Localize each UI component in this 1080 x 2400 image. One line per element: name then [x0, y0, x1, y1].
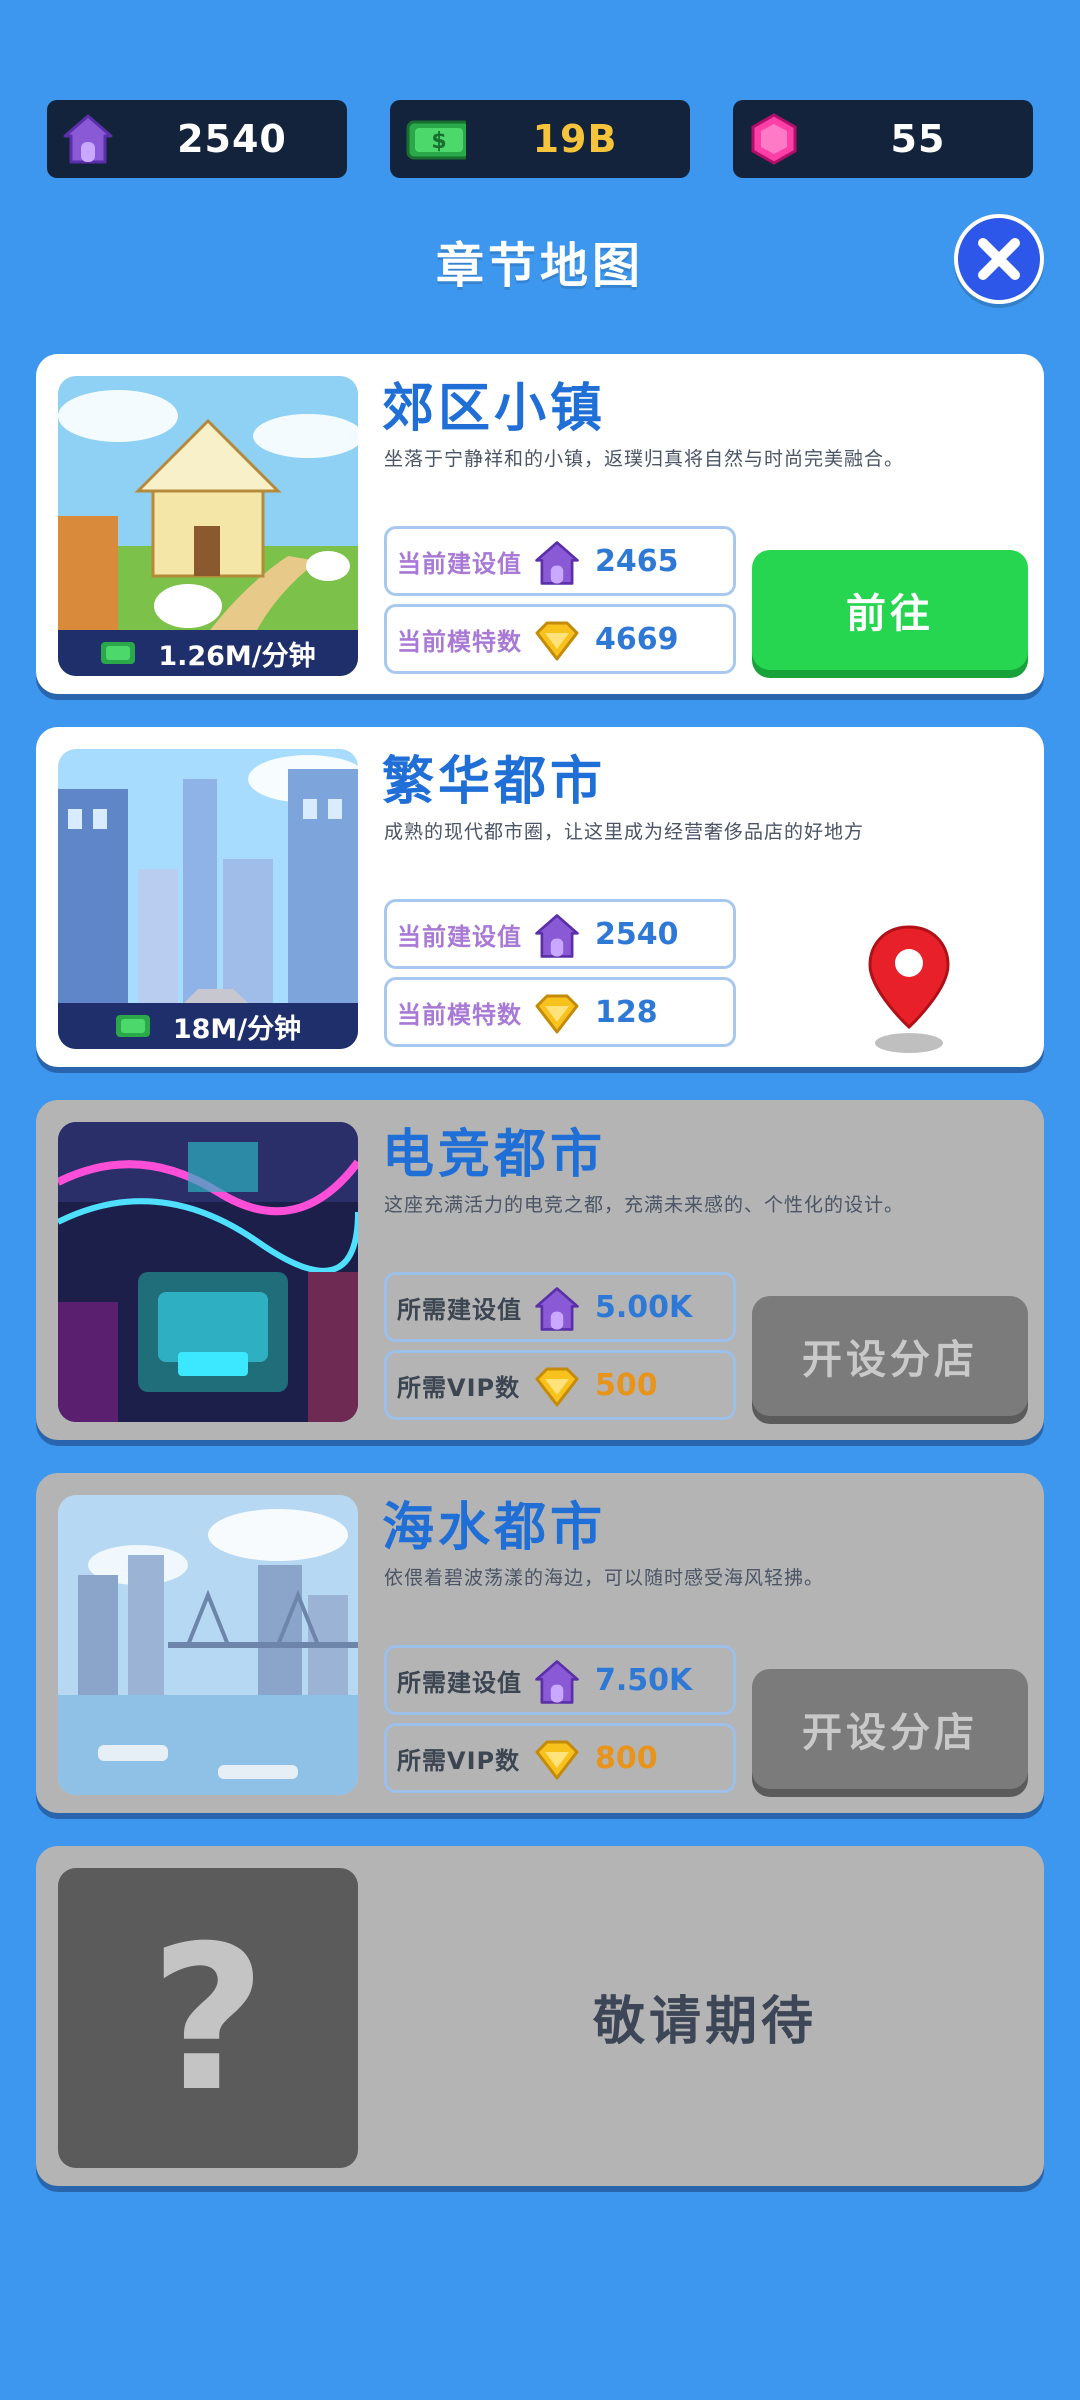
stat-value: 500	[595, 1367, 658, 1403]
chapter-description: 这座充满活力的电竞之都，充满未来感的、个性化的设计。	[384, 1194, 905, 1216]
cash-icon	[115, 1015, 150, 1037]
chapter-card-seaside: 海水都市 依偎着碧波荡漾的海边，可以随时感受海风轻拂。 所需建设值 7.50K …	[36, 1473, 1044, 1813]
stat-label: 当前模特数	[397, 1000, 522, 1029]
stat-label: 所需VIP数	[397, 1373, 521, 1402]
house-icon	[63, 114, 113, 164]
diamond-icon	[535, 621, 579, 661]
chapter-thumbnail-esports	[58, 1122, 358, 1422]
house-icon	[535, 1660, 579, 1704]
stat-label: 所需建设值	[397, 1668, 522, 1697]
income-rate: 1.26M/分钟	[158, 640, 316, 672]
question-mark-icon: ?	[150, 1918, 266, 2118]
go-button[interactable]: 前往	[752, 550, 1028, 670]
chapter-name: 电竞都市	[382, 1125, 607, 1185]
stat-value: 5.00K	[595, 1289, 693, 1325]
cash-amount: 19B	[532, 117, 618, 161]
required-build-value-stat: 所需建设值 5.00K	[384, 1272, 736, 1342]
chapter-description: 成熟的现代都市圈，让这里成为经营奢侈品店的好地方	[384, 821, 865, 843]
diamond-icon	[535, 994, 579, 1034]
chapter-card-metropolis: 18M/分钟 繁华都市 成熟的现代都市圈，让这里成为经营奢侈品店的好地方 当前建…	[36, 727, 1044, 1067]
model-count-stat: 当前模特数 128	[384, 977, 736, 1047]
chapter-description: 坐落于宁静祥和的小镇，返璞归真将自然与时尚完美融合。	[384, 448, 905, 470]
build-value-amount: 2540	[177, 117, 287, 161]
build-value-stat: 当前建设值 2465	[384, 526, 736, 596]
income-rate: 18M/分钟	[172, 1013, 302, 1045]
required-build-value-stat: 所需建设值 7.50K	[384, 1645, 736, 1715]
coming-soon-card: ? 敬请期待	[36, 1846, 1044, 2186]
chapter-card-suburb: 1.26M/分钟 郊区小镇 坐落于宁静祥和的小镇，返璞归真将自然与时尚完美融合。…	[36, 354, 1044, 694]
required-vip-stat: 所需VIP数 800	[384, 1723, 736, 1793]
stat-label: 当前模特数	[397, 627, 522, 656]
stat-label: 所需VIP数	[397, 1746, 521, 1775]
chapter-name: 郊区小镇	[382, 379, 607, 439]
diamond-icon	[535, 1740, 579, 1780]
coming-soon-label: 敬请期待	[592, 1991, 817, 2052]
cash-icon	[101, 642, 136, 664]
stat-value: 2465	[595, 543, 679, 579]
close-button[interactable]	[954, 214, 1044, 304]
stat-label: 当前建设值	[397, 549, 522, 578]
required-vip-stat: 所需VIP数 500	[384, 1350, 736, 1420]
chapter-thumbnail-metropolis: 18M/分钟	[58, 749, 358, 1049]
stat-label: 当前建设值	[397, 922, 522, 951]
build-value-counter: 2540	[47, 100, 347, 178]
chapter-thumbnail-suburb: 1.26M/分钟	[58, 376, 358, 676]
chapter-card-esports: 电竞都市 这座充满活力的电竞之都，充满未来感的、个性化的设计。 所需建设值 5.…	[36, 1100, 1044, 1440]
page-title: 章节地图	[435, 238, 644, 294]
house-icon	[535, 541, 579, 585]
close-icon	[978, 238, 1020, 280]
chapter-thumbnail-seaside	[58, 1495, 358, 1795]
cash-counter: $ 19B	[390, 100, 690, 178]
stat-value: 7.50K	[595, 1662, 693, 1698]
income-rate-bar: 18M/分钟	[58, 1003, 358, 1049]
model-count-stat: 当前模特数 4669	[384, 604, 736, 674]
svg-text:$: $	[431, 129, 446, 154]
house-icon	[535, 914, 579, 958]
chapter-name: 海水都市	[382, 1498, 607, 1558]
stat-value: 4669	[595, 621, 679, 657]
open-branch-button[interactable]: 开设分店	[752, 1669, 1028, 1789]
stat-value: 128	[595, 994, 658, 1030]
stat-value: 2540	[595, 916, 679, 952]
house-icon	[535, 1287, 579, 1331]
gem-icon	[751, 113, 797, 165]
chapter-name: 繁华都市	[382, 752, 607, 812]
open-branch-button[interactable]: 开设分店	[752, 1296, 1028, 1416]
gem-counter: 55	[733, 100, 1033, 178]
locked-thumbnail: ?	[58, 1868, 358, 2168]
gem-amount: 55	[890, 117, 946, 161]
stat-value: 800	[595, 1740, 658, 1776]
cash-icon: $	[406, 120, 466, 160]
diamond-icon	[535, 1367, 579, 1407]
question-mark: ?	[150, 1918, 266, 2118]
chapter-description: 依偎着碧波荡漾的海边，可以随时感受海风轻拂。	[384, 1567, 825, 1589]
income-rate-bar: 1.26M/分钟	[58, 630, 358, 676]
stat-label: 所需建设值	[397, 1295, 522, 1324]
location-pin-icon	[868, 925, 950, 1053]
build-value-stat: 当前建设值 2540	[384, 899, 736, 969]
